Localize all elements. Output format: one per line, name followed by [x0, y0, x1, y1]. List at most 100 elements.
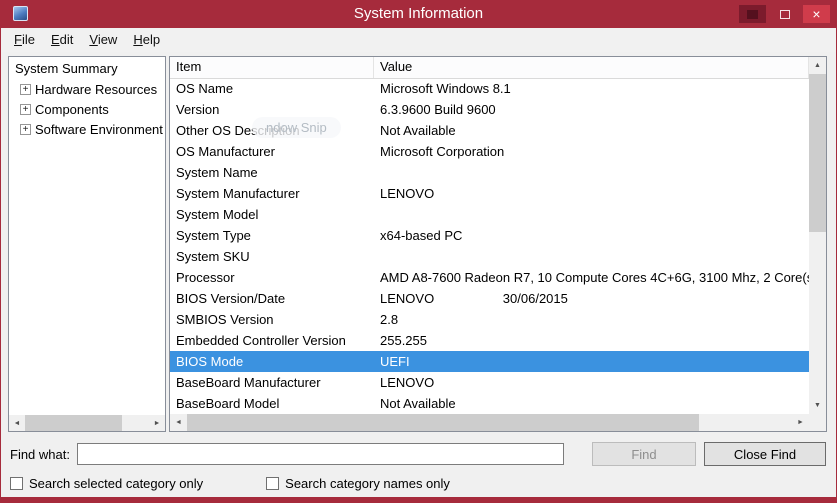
scrollbar-corner: [809, 414, 826, 431]
checkbox[interactable]: [266, 477, 279, 490]
tree-item-label: Hardware Resources: [35, 82, 157, 97]
category-tree: System Summary + Hardware Resources + Co…: [8, 56, 166, 432]
scroll-right-icon[interactable]: ►: [792, 414, 809, 431]
menu-item[interactable]: File: [6, 29, 43, 51]
titlebar: System Information ×: [0, 0, 837, 28]
value-cell: Microsoft Windows 8.1: [374, 78, 809, 99]
list-row[interactable]: OS Manufacturer Microsoft Corporation: [170, 141, 809, 162]
item-cell: System SKU: [170, 246, 374, 267]
list-row[interactable]: Processor AMD A8-7600 Radeon R7, 10 Comp…: [170, 267, 809, 288]
expand-icon[interactable]: +: [20, 104, 31, 115]
scrollbar-thumb[interactable]: [25, 415, 122, 431]
value-cell: Not Available: [374, 120, 809, 141]
list-row[interactable]: Embedded Controller Version 255.255: [170, 330, 809, 351]
menu-bar: File Edit View Help: [1, 28, 836, 52]
tree-horizontal-scrollbar[interactable]: ◄ ►: [9, 415, 165, 431]
item-cell: System Name: [170, 162, 374, 183]
list-horizontal-scrollbar[interactable]: ◄ ►: [170, 414, 809, 431]
item-cell: OS Manufacturer: [170, 141, 374, 162]
list-row[interactable]: System Model: [170, 204, 809, 225]
tree-item[interactable]: + Components: [9, 99, 165, 119]
value-cell: Not Available: [374, 393, 809, 414]
minimize-button[interactable]: [739, 5, 766, 23]
value-cell: 255.255: [374, 330, 809, 351]
list-row[interactable]: OS Name Microsoft Windows 8.1: [170, 78, 809, 99]
value-cell: 2.8: [374, 309, 809, 330]
tree-item[interactable]: + Software Environment: [9, 119, 165, 139]
scrollbar-thumb[interactable]: [809, 74, 826, 232]
caption-buttons: ×: [739, 5, 830, 23]
close-button[interactable]: ×: [803, 5, 830, 23]
close-icon: ×: [812, 7, 820, 21]
tree-item-label: Software Environment: [35, 122, 163, 137]
item-cell: SMBIOS Version: [170, 309, 374, 330]
tree-item[interactable]: + Hardware Resources: [9, 79, 165, 99]
expand-icon[interactable]: +: [20, 124, 31, 135]
item-cell: System Type: [170, 225, 374, 246]
client-area: System Summary + Hardware Resources + Co…: [1, 52, 836, 497]
snip-watermark: ndow Snip: [252, 117, 341, 138]
value-cell: LENOVO: [374, 372, 809, 393]
value-cell: x64-based PC: [374, 225, 809, 246]
column-header-value[interactable]: Value: [374, 57, 809, 78]
checkbox-label: Search category names only: [285, 476, 450, 491]
scroll-right-icon[interactable]: ►: [149, 415, 165, 431]
find-input[interactable]: [77, 443, 564, 465]
item-cell: System Manufacturer: [170, 183, 374, 204]
close-find-button[interactable]: Close Find: [704, 442, 826, 466]
scroll-left-icon[interactable]: ◄: [170, 414, 187, 431]
value-cell: UEFI: [374, 351, 809, 372]
list-row[interactable]: System SKU: [170, 246, 809, 267]
tree-item-label: Components: [35, 102, 109, 117]
value-cell: 6.3.9600 Build 9600: [374, 99, 809, 120]
menu-item[interactable]: Help: [125, 29, 168, 51]
checkbox-group[interactable]: Search category names only: [266, 476, 450, 491]
list-row[interactable]: BIOS Version/Date LENOVO 30/06/2015: [170, 288, 809, 309]
value-cell: LENOVO: [374, 183, 809, 204]
list-row[interactable]: System Type x64-based PC: [170, 225, 809, 246]
list-header: Item Value: [170, 57, 809, 79]
column-header-item[interactable]: Item: [170, 57, 374, 78]
scroll-up-icon[interactable]: ▲: [809, 57, 826, 74]
value-cell: [374, 162, 809, 183]
list-vertical-scrollbar[interactable]: ▲ ▼: [809, 57, 826, 414]
minimize-icon: [747, 10, 758, 19]
maximize-icon: [780, 10, 790, 19]
list-row[interactable]: BaseBoard Manufacturer LENOVO: [170, 372, 809, 393]
menu-item[interactable]: View: [81, 29, 125, 51]
list-row[interactable]: System Name: [170, 162, 809, 183]
item-cell: BIOS Mode: [170, 351, 374, 372]
scroll-left-icon[interactable]: ◄: [9, 415, 25, 431]
system-information-window: System Information × File Edit View Help…: [0, 0, 837, 503]
tree-item-system-summary[interactable]: System Summary: [9, 57, 165, 79]
item-cell: Processor: [170, 267, 374, 288]
value-cell: LENOVO 30/06/2015: [374, 288, 809, 309]
item-cell: OS Name: [170, 78, 374, 99]
find-button[interactable]: Find: [592, 442, 696, 466]
expand-icon[interactable]: +: [20, 84, 31, 95]
list-row[interactable]: System Manufacturer LENOVO: [170, 183, 809, 204]
value-cell: [374, 246, 809, 267]
item-cell: BaseBoard Manufacturer: [170, 372, 374, 393]
item-cell: Embedded Controller Version: [170, 330, 374, 351]
item-cell: BaseBoard Model: [170, 393, 374, 414]
maximize-button[interactable]: [771, 5, 798, 23]
item-cell: System Model: [170, 204, 374, 225]
item-cell: BIOS Version/Date: [170, 288, 374, 309]
window-title: System Information: [0, 0, 837, 28]
list-row[interactable]: BIOS Mode UEFI: [170, 351, 809, 372]
value-cell: AMD A8-7600 Radeon R7, 10 Compute Cores …: [374, 267, 809, 288]
find-bar: Find what: Find Close Find: [1, 437, 836, 470]
checkbox-label: Search selected category only: [29, 476, 203, 491]
details-list: Item Value OS Name Microsoft Windows 8.1…: [169, 56, 827, 432]
scroll-down-icon[interactable]: ▼: [809, 397, 826, 414]
find-what-label: Find what:: [10, 447, 70, 462]
list-row[interactable]: BaseBoard Model Not Available: [170, 393, 809, 414]
list-row[interactable]: SMBIOS Version 2.8: [170, 309, 809, 330]
checkbox-group[interactable]: Search selected category only: [10, 476, 203, 491]
checkbox[interactable]: [10, 477, 23, 490]
menu-item[interactable]: Edit: [43, 29, 81, 51]
search-options: Search selected category only Search cat…: [1, 470, 836, 497]
scrollbar-thumb[interactable]: [187, 414, 699, 431]
value-cell: [374, 204, 809, 225]
